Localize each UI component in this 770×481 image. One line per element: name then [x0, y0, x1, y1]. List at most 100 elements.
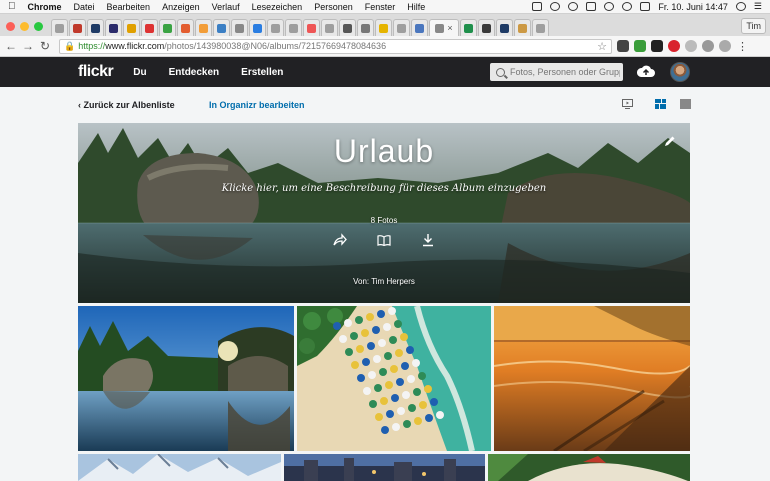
favicon-icon — [253, 23, 262, 33]
browser-tab[interactable]: × — [429, 19, 459, 36]
menu-hilfe[interactable]: Hilfe — [407, 2, 425, 12]
menu-bearbeiten[interactable]: Bearbeiten — [107, 2, 151, 12]
browser-tab[interactable] — [303, 19, 320, 36]
menu-anzeigen[interactable]: Anzeigen — [162, 2, 200, 12]
address-bar[interactable]: 🔒 https:// www.flickr.com /photos/143980… — [59, 38, 612, 54]
edit-in-organizr-link[interactable]: In Organizr bearbeiten — [209, 100, 305, 110]
browser-tab[interactable] — [195, 19, 212, 36]
nav-erstellen[interactable]: Erstellen — [241, 67, 283, 78]
browser-tab[interactable] — [123, 19, 140, 36]
menu-bar-clock[interactable]: Fr. 10. Juni 14:47 — [658, 2, 728, 12]
favicon-icon — [271, 23, 280, 33]
apple-icon[interactable]:  — [8, 1, 16, 12]
browser-tab[interactable] — [285, 19, 302, 36]
book-icon[interactable] — [377, 233, 391, 247]
dropbox-icon[interactable] — [586, 2, 597, 11]
photo-tile-food[interactable] — [488, 454, 690, 481]
browser-tab[interactable] — [393, 19, 410, 36]
avatar[interactable] — [670, 62, 690, 82]
browser-tab[interactable] — [51, 19, 68, 36]
browser-tab[interactable] — [339, 19, 356, 36]
browser-tab[interactable] — [69, 19, 86, 36]
close-tab-icon[interactable]: × — [447, 23, 452, 33]
upload-cloud-icon[interactable] — [637, 65, 655, 78]
beach-umbrella — [394, 320, 402, 328]
menu-personen[interactable]: Personen — [314, 2, 353, 12]
browser-tab[interactable] — [87, 19, 104, 36]
browser-tab[interactable] — [249, 19, 266, 36]
extension-icon[interactable] — [702, 40, 714, 52]
album-owner[interactable]: Von: Tim Herpers — [78, 277, 690, 286]
edit-pencil-icon[interactable] — [664, 135, 676, 147]
flickr-logo[interactable]: flickr — [78, 63, 114, 81]
browser-tab[interactable] — [532, 19, 549, 36]
justified-view-icon[interactable] — [655, 99, 666, 109]
volume-icon[interactable] — [604, 2, 615, 11]
beach-umbrella — [367, 342, 375, 350]
browser-tab[interactable] — [375, 19, 392, 36]
photo-tile-city-dusk[interactable] — [284, 454, 485, 481]
slideshow-icon[interactable] — [622, 99, 633, 109]
photo-tile-lake[interactable] — [78, 306, 294, 451]
browser-tab[interactable] — [231, 19, 248, 36]
browser-tab[interactable] — [177, 19, 194, 36]
nav-entdecken[interactable]: Entdecken — [169, 67, 220, 78]
photo-tile-sunset-beach[interactable] — [494, 306, 690, 451]
bookmark-star-icon[interactable]: ☆ — [597, 40, 607, 53]
minimize-window-button[interactable] — [20, 21, 29, 31]
album-description-prompt[interactable]: Klicke hier, um eine Beschreibung für di… — [78, 183, 690, 194]
menu-verlauf[interactable]: Verlauf — [212, 2, 240, 12]
browser-tab[interactable] — [411, 19, 428, 36]
menu-app-name[interactable]: Chrome — [28, 2, 62, 12]
single-view-icon[interactable] — [680, 99, 691, 109]
browser-tab[interactable] — [514, 19, 531, 36]
browser-tab[interactable] — [105, 19, 122, 36]
browser-tab[interactable] — [496, 19, 513, 36]
time-machine-icon[interactable] — [568, 2, 579, 11]
extension-icon[interactable] — [719, 40, 731, 52]
wifi-icon[interactable] — [622, 2, 633, 11]
zoom-window-button[interactable] — [34, 21, 43, 31]
close-window-button[interactable] — [6, 21, 15, 31]
album-title[interactable]: Urlaub — [78, 133, 690, 170]
download-icon[interactable] — [421, 233, 435, 247]
extension-icon[interactable] — [685, 40, 697, 52]
sync-icon[interactable] — [550, 2, 561, 11]
browser-tab[interactable] — [267, 19, 284, 36]
spotlight-icon[interactable] — [735, 2, 746, 11]
notification-center-icon[interactable]: ☰ — [754, 1, 762, 12]
back-arrow-icon[interactable]: ← — [4, 39, 18, 53]
browser-tab[interactable] — [357, 19, 374, 36]
browser-tab[interactable] — [213, 19, 230, 36]
forward-arrow-icon[interactable]: → — [21, 39, 35, 53]
chrome-menu-icon[interactable]: ⋮ — [737, 40, 748, 53]
search-input[interactable] — [510, 67, 620, 77]
favicon-icon — [163, 23, 172, 33]
album-cover: Urlaub Klicke hier, um eine Beschreibung… — [78, 123, 690, 303]
browser-tab[interactable] — [478, 19, 495, 36]
favicon-icon — [435, 23, 445, 33]
beach-umbrella — [384, 352, 392, 360]
browser-tab[interactable] — [159, 19, 176, 36]
extension-icon[interactable] — [651, 40, 663, 52]
browser-tab[interactable] — [460, 19, 477, 36]
browser-tab[interactable] — [321, 19, 338, 36]
adobe-icon[interactable] — [532, 2, 543, 11]
profile-button[interactable]: Tim — [741, 18, 766, 34]
extension-icon[interactable] — [634, 40, 646, 52]
menu-datei[interactable]: Datei — [74, 2, 95, 12]
share-icon[interactable] — [333, 233, 347, 247]
photo-tile-snow-mountains[interactable] — [78, 454, 281, 481]
photo-count: 8 Fotos — [370, 216, 398, 225]
back-to-albums-link[interactable]: ‹ Zurück zur Albenliste — [78, 100, 175, 110]
reload-icon[interactable]: ↻ — [38, 39, 52, 53]
battery-icon[interactable] — [640, 2, 651, 11]
extension-icon[interactable] — [617, 40, 629, 52]
menu-lesezeichen[interactable]: Lesezeichen — [252, 2, 303, 12]
browser-tab[interactable] — [141, 19, 158, 36]
photo-tile-beach-aerial[interactable] — [297, 306, 491, 451]
nav-du[interactable]: Du — [133, 67, 146, 78]
menu-fenster[interactable]: Fenster — [365, 2, 396, 12]
search-box[interactable] — [490, 63, 623, 81]
extension-icon[interactable] — [668, 40, 680, 52]
